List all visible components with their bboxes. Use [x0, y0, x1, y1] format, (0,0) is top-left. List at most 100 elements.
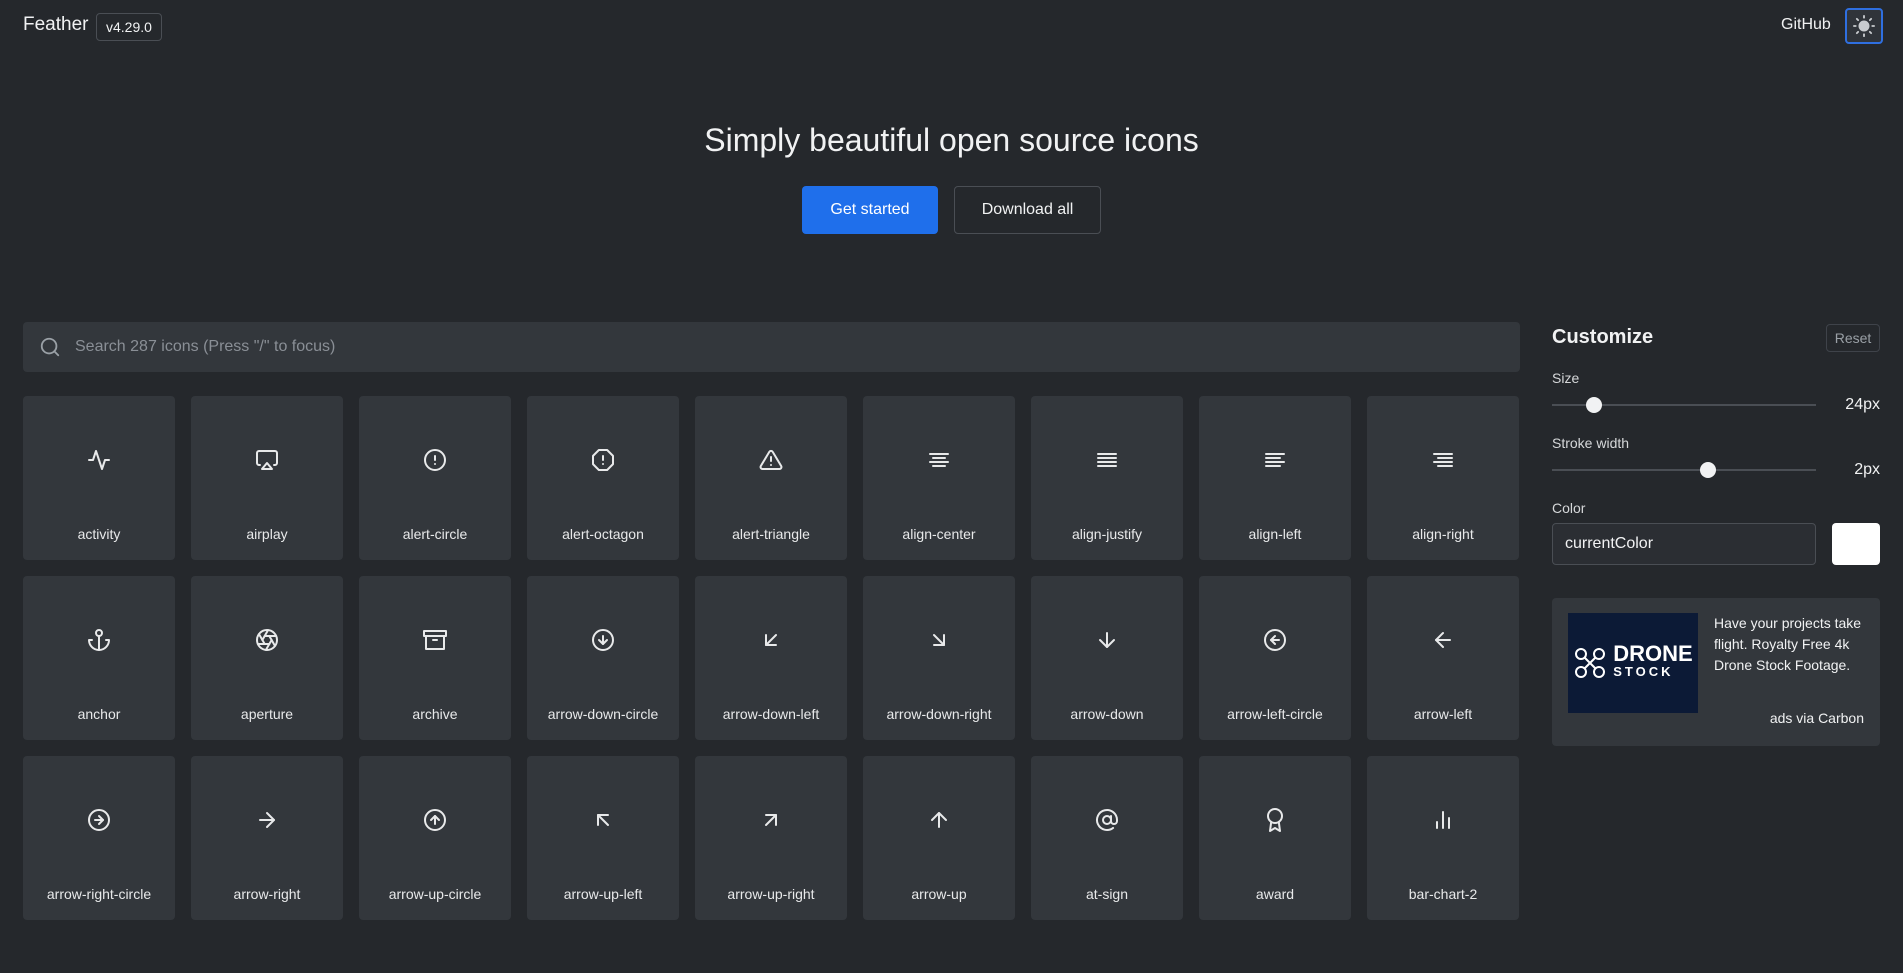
drone-icon — [1575, 648, 1606, 678]
at-sign-icon — [1096, 809, 1118, 831]
color-label: Color — [1552, 500, 1586, 516]
icon-tile-arrow-right[interactable]: arrow-right — [191, 756, 343, 920]
icon-tile-bar-chart-2[interactable]: bar-chart-2 — [1367, 756, 1519, 920]
size-value: 24px — [1845, 396, 1880, 413]
arrow-up-icon — [931, 812, 947, 828]
icon-tile-arrow-up-left[interactable]: arrow-up-left — [527, 756, 679, 920]
align-center-icon — [929, 453, 949, 467]
align-left-icon — [1265, 453, 1285, 467]
icon-tile-label: arrow-up — [911, 886, 967, 902]
arrow-up-left-icon — [597, 814, 609, 826]
arrow-left-circle-icon — [1264, 629, 1286, 651]
aperture-icon — [256, 629, 278, 651]
icon-tile-airplay[interactable]: airplay — [191, 396, 343, 560]
icon-tile-label: anchor — [77, 706, 121, 722]
download-all-button[interactable]: Download all — [954, 186, 1101, 234]
icon-tile-aperture[interactable]: aperture — [191, 576, 343, 740]
icon-tile-arrow-left-circle[interactable]: arrow-left-circle — [1199, 576, 1351, 740]
align-right-icon — [1433, 453, 1453, 467]
icon-tile-arrow-right-circle[interactable]: arrow-right-circle — [23, 756, 175, 920]
icon-tile-label: bar-chart-2 — [1408, 886, 1478, 902]
anchor-icon — [88, 629, 110, 651]
icon-tile-label: arrow-right — [233, 886, 301, 902]
icon-tile-activity[interactable]: activity — [23, 396, 175, 560]
customize-title: Customize — [1552, 326, 1654, 348]
alert-octagon-icon — [592, 449, 614, 471]
ad-image[interactable]: DRONE STOCK — [1568, 613, 1698, 713]
arrow-up-circle-icon — [424, 809, 446, 831]
ad-text[interactable]: Have your projects take flight. Royalty … — [1714, 613, 1864, 676]
icon-grid: activity airplay alert-circle alert-octagon… — [23, 396, 1520, 920]
icon-tile-label: arrow-up-right — [727, 886, 815, 902]
search-icon — [40, 337, 60, 357]
icon-tile-align-right[interactable]: align-right — [1367, 396, 1519, 560]
size-label: Size — [1552, 370, 1580, 386]
icon-tile-label: align-center — [902, 526, 976, 542]
sun-icon — [1853, 15, 1875, 37]
icon-tile-label: aperture — [240, 706, 294, 722]
get-started-button[interactable]: Get started — [802, 186, 938, 234]
airplay-icon — [256, 450, 278, 470]
icon-tile-anchor[interactable]: anchor — [23, 576, 175, 740]
bar-chart-2-icon — [1436, 811, 1450, 829]
search-input[interactable] — [75, 322, 1495, 372]
activity-icon — [88, 450, 110, 470]
color-input[interactable] — [1552, 523, 1816, 565]
reset-button[interactable]: Reset — [1826, 324, 1880, 352]
arrow-down-left-icon — [765, 634, 777, 646]
icon-tile-alert-octagon[interactable]: alert-octagon — [527, 396, 679, 560]
icon-tile-archive[interactable]: archive — [359, 576, 511, 740]
icon-tile-label: activity — [77, 526, 121, 542]
icon-tile-arrow-down-right[interactable]: arrow-down-right — [863, 576, 1015, 740]
icon-tile-label: alert-circle — [402, 526, 468, 542]
search-bar — [23, 322, 1520, 372]
ad-via-carbon-link[interactable]: ads via Carbon — [1770, 710, 1864, 726]
icon-tile-alert-triangle[interactable]: alert-triangle — [695, 396, 847, 560]
icon-tile-arrow-up-right[interactable]: arrow-up-right — [695, 756, 847, 920]
icon-tile-label: arrow-right-circle — [46, 886, 152, 902]
version-badge: v4.29.0 — [96, 13, 162, 41]
icon-tile-label: arrow-up-circle — [388, 886, 482, 902]
icon-tile-alert-circle[interactable]: alert-circle — [359, 396, 511, 560]
icon-tile-arrow-up-circle[interactable]: arrow-up-circle — [359, 756, 511, 920]
icon-tile-align-left[interactable]: align-left — [1199, 396, 1351, 560]
icon-tile-label: award — [1255, 886, 1295, 902]
stroke-width-label: Stroke width — [1552, 435, 1630, 451]
icon-tile-label: archive — [412, 706, 458, 722]
top-bar: Feather v4.29.0 GitHub — [0, 0, 1903, 54]
arrow-right-icon — [259, 812, 275, 828]
icon-tile-label: arrow-down-left — [722, 706, 820, 722]
icon-tile-arrow-up[interactable]: arrow-up — [863, 756, 1015, 920]
icon-tile-arrow-down-left[interactable]: arrow-down-left — [695, 576, 847, 740]
arrow-left-icon — [1435, 632, 1451, 648]
stroke-width-slider-thumb[interactable] — [1699, 462, 1716, 478]
icon-tile-label: align-left — [1248, 526, 1302, 542]
carbon-ad: DRONE STOCK Have your projects take flig… — [1552, 598, 1880, 746]
alert-triangle-icon — [759, 449, 783, 470]
icon-tile-arrow-down-circle[interactable]: arrow-down-circle — [527, 576, 679, 740]
arrow-down-icon — [1099, 632, 1115, 648]
icon-tile-award[interactable]: award — [1199, 756, 1351, 920]
icon-tile-label: arrow-left — [1413, 706, 1473, 722]
color-swatch[interactable] — [1832, 523, 1880, 565]
size-slider-thumb[interactable] — [1586, 397, 1603, 413]
icon-tile-arrow-left[interactable]: arrow-left — [1367, 576, 1519, 740]
icon-tile-label: arrow-down — [1070, 706, 1144, 722]
alert-circle-icon — [424, 449, 446, 471]
icon-tile-label: arrow-down-circle — [547, 706, 659, 722]
stroke-width-slider-track[interactable] — [1552, 469, 1816, 471]
hero-title: Simply beautiful open source icons — [704, 122, 1199, 158]
icon-tile-at-sign[interactable]: at-sign — [1031, 756, 1183, 920]
icon-tile-label: alert-triangle — [732, 526, 810, 542]
icon-tile-align-justify[interactable]: align-justify — [1031, 396, 1183, 560]
award-icon — [1267, 808, 1283, 832]
icon-tile-label: airplay — [246, 526, 288, 542]
github-link[interactable]: GitHub — [1781, 16, 1831, 34]
icon-tile-arrow-down[interactable]: arrow-down — [1031, 576, 1183, 740]
icon-tile-label: align-justify — [1071, 526, 1143, 542]
icon-tile-align-center[interactable]: align-center — [863, 396, 1015, 560]
arrow-right-circle-icon — [88, 809, 110, 831]
brand-name[interactable]: Feather — [23, 14, 88, 36]
icon-tile-label: at-sign — [1085, 886, 1129, 902]
theme-toggle-button[interactable] — [1845, 8, 1883, 44]
